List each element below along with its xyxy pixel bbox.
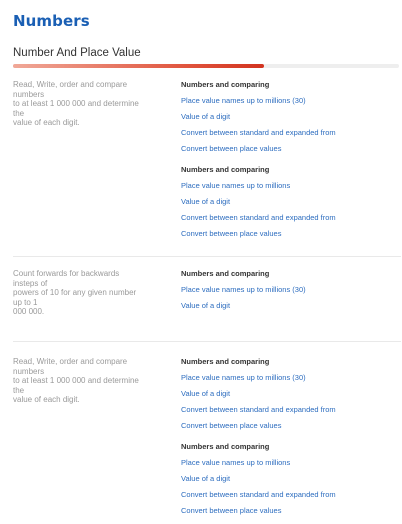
- section-description-line: the: [13, 385, 25, 395]
- skill-link[interactable]: Convert between standard and expanded fr…: [181, 213, 396, 229]
- skill-link[interactable]: Value of a digit: [181, 112, 396, 128]
- section-description-line: value of each digit.: [13, 118, 80, 127]
- group-title: Numbers and comparing: [181, 165, 270, 174]
- progress-bar: [13, 64, 399, 68]
- section-description: Read, Write, order and compare numbers to …: [13, 80, 163, 128]
- section-description-line: 000 000.: [13, 307, 45, 316]
- skill-link[interactable]: Value of a digit: [181, 197, 396, 213]
- section-description-line: Count forwards for backwards: [13, 269, 120, 278]
- page: Numbers Number And Place Value Read, Wri…: [0, 0, 402, 524]
- skill-link[interactable]: Place value names up to millions: [181, 181, 396, 197]
- skill-link[interactable]: Value of a digit: [181, 301, 396, 317]
- skill-link[interactable]: Convert between place values: [181, 506, 396, 522]
- skill-section: Count forwards for backwards insteps of po…: [13, 269, 401, 342]
- section-description-line: the: [13, 108, 25, 118]
- section-description-line: up to 1: [13, 297, 38, 307]
- section-description-line: Read, Write, order and compare: [13, 80, 128, 89]
- section-description-line: value of each digit.: [13, 395, 80, 404]
- section-description-line: Read, Write, order and compare: [13, 357, 128, 366]
- section-description-line: numbers: [13, 89, 45, 99]
- group-title: Numbers and comparing: [181, 80, 270, 89]
- section-description: Count forwards for backwards insteps of po…: [13, 269, 163, 317]
- section-groups: Numbers and comparing Place value names u…: [181, 80, 396, 245]
- section-description-line: insteps of: [13, 278, 48, 288]
- skill-link[interactable]: Place value names up to millions (30): [181, 285, 396, 301]
- section-description-line: powers of 10 for any given number: [13, 288, 137, 297]
- skill-link[interactable]: Value of a digit: [181, 474, 396, 490]
- skill-link[interactable]: Convert between place values: [181, 144, 396, 160]
- skill-link[interactable]: Place value names up to millions (30): [181, 96, 396, 112]
- skill-section: Read, Write, order and compare numbers to …: [13, 357, 401, 524]
- section-description-line: to at least 1 000 000 and determine: [13, 376, 139, 385]
- section-description-line: to at least 1 000 000 and determine: [13, 99, 139, 108]
- topic-heading: Number And Place Value: [13, 47, 141, 59]
- section-description-line: numbers: [13, 366, 45, 376]
- skill-link[interactable]: Convert between place values: [181, 229, 396, 245]
- skill-link[interactable]: Place value names up to millions: [181, 458, 396, 474]
- skill-link[interactable]: Place value names up to millions (30): [181, 373, 396, 389]
- group-title: Numbers and comparing: [181, 442, 270, 451]
- section-groups: Numbers and comparing Place value names u…: [181, 357, 396, 522]
- section-groups: Numbers and comparing Place value names u…: [181, 269, 396, 317]
- progress-bar-fill: [13, 64, 264, 68]
- section-description: Read, Write, order and compare numbers to …: [13, 357, 163, 405]
- skill-link[interactable]: Convert between standard and expanded fr…: [181, 128, 396, 144]
- skill-link[interactable]: Value of a digit: [181, 389, 396, 405]
- group-title: Numbers and comparing: [181, 269, 270, 278]
- skill-link[interactable]: Convert between standard and expanded fr…: [181, 490, 396, 506]
- skill-section: Read, Write, order and compare numbers to …: [13, 80, 401, 257]
- skill-link[interactable]: Convert between place values: [181, 421, 396, 437]
- skill-link[interactable]: Convert between standard and expanded fr…: [181, 405, 396, 421]
- group-title: Numbers and comparing: [181, 357, 270, 366]
- page-title: Numbers: [13, 12, 90, 30]
